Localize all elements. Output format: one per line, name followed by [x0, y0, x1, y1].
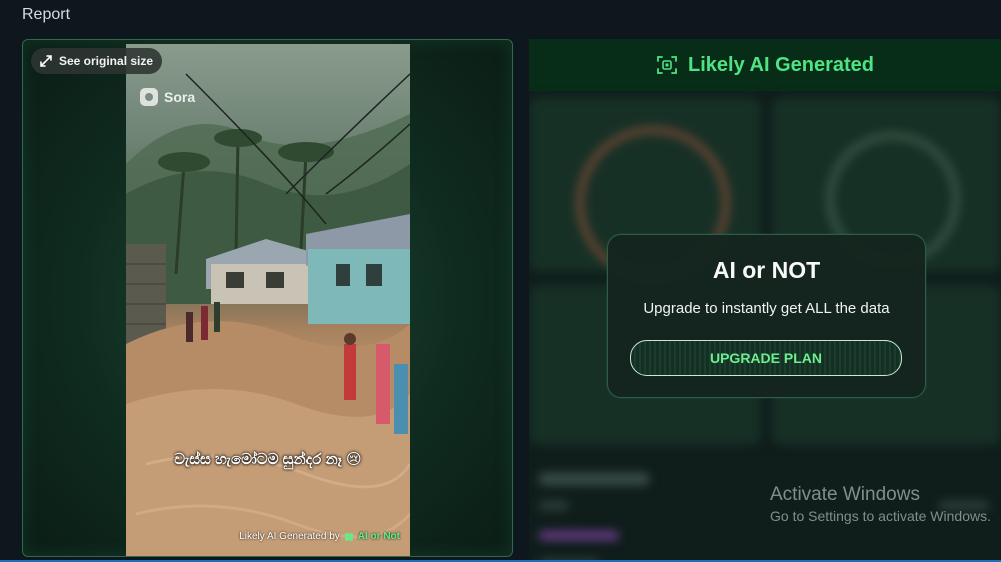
upgrade-plan-button[interactable]: UPGRADE PLAN — [630, 340, 902, 376]
modal-message: Upgrade to instantly get ALL the data — [643, 300, 890, 317]
activate-windows-title: Activate Windows — [770, 484, 920, 505]
modal-title: AI or NOT — [712, 257, 821, 283]
see-original-size-label: See original size — [59, 54, 154, 68]
upgrade-modal: AI or NOT Upgrade to instantly get ALL t… — [607, 234, 926, 398]
watermark-prefix: Likely AI Generated by — [239, 531, 340, 542]
activate-windows-watermark: Activate Windows Go to Settings to activ… — [770, 484, 991, 524]
upgrade-plan-label: UPGRADE PLAN — [709, 350, 822, 366]
scan-icon — [657, 56, 677, 74]
verdict-banner: Likely AI Generated — [529, 39, 1001, 91]
video-subtitle: වැස්ස හැමෝටම සුන්දර නෑ 😢 — [174, 451, 362, 468]
page-title: Report — [22, 6, 71, 23]
blurred-text — [539, 531, 619, 540]
expand-icon — [40, 55, 52, 67]
blurred-text — [539, 473, 649, 485]
sora-logo-icon — [140, 88, 158, 106]
verdict-text: Likely AI Generated — [688, 53, 874, 76]
sora-watermark: Sora — [140, 88, 195, 106]
flood-scene-illustration — [126, 73, 410, 556]
ai-or-not-logo-icon — [344, 532, 353, 541]
analyzed-image: Sora වැස්ස හැමෝටම සුන්දර නෑ 😢 Likely AI … — [126, 44, 410, 556]
ai-or-not-watermark: Likely AI Generated by AI or Not — [239, 531, 400, 542]
blurred-text — [539, 501, 569, 510]
activate-windows-subtitle: Go to Settings to activate Windows. — [770, 508, 991, 524]
watermark-brand: AI or Not — [357, 531, 400, 542]
image-preview-card: See original size Sora වැස්ස හැමෝටම සුන්… — [22, 39, 513, 557]
see-original-size-button[interactable]: See original size — [31, 48, 163, 74]
sora-watermark-text: Sora — [164, 89, 196, 105]
